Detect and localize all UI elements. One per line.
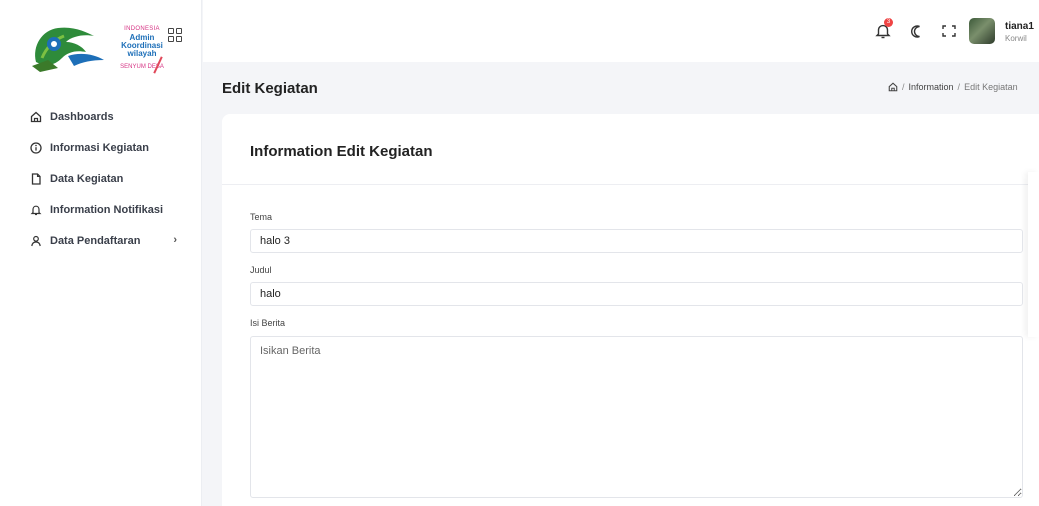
logo[interactable]: INDONESIA Admin Koordinasi wilayah SENYU… xyxy=(0,0,201,95)
dark-mode-toggle[interactable] xyxy=(909,22,927,40)
logo-line2: Admin Koordinasi wilayah xyxy=(121,33,163,58)
sidebar-item-data-kegiatan[interactable]: Data Kegiatan xyxy=(0,163,201,194)
breadcrumb: / Information / Edit Kegiatan xyxy=(888,82,1018,92)
logo-line3: SENYUM DESA xyxy=(120,64,164,70)
info-icon xyxy=(30,141,42,154)
fullscreen-icon xyxy=(942,25,956,37)
sidebar-item-data-pendaftaran[interactable]: Data Pendaftaran › xyxy=(0,225,201,256)
isi-berita-textarea[interactable] xyxy=(250,336,1023,498)
sidebar-item-label: Informasi Kegiatan xyxy=(50,141,150,154)
sidebar-item-label: Information Notifikasi xyxy=(50,203,164,216)
sidebar-item-dashboards[interactable]: Dashboards xyxy=(0,101,201,132)
sidebar-item-information-notifikasi[interactable]: Information Notifikasi xyxy=(0,194,201,225)
sidebar-item-label: Dashboards xyxy=(50,110,114,123)
notification-badge: 3 xyxy=(884,18,893,27)
logo-text: INDONESIA Admin Koordinasi wilayah SENYU… xyxy=(112,26,172,70)
sidebar: INDONESIA Admin Koordinasi wilayah SENYU… xyxy=(0,0,202,506)
side-panel-edge xyxy=(1028,172,1039,337)
grid-icon[interactable] xyxy=(168,28,182,42)
card-title: Information Edit Kegiatan xyxy=(250,143,433,160)
breadcrumb-item-information[interactable]: Information xyxy=(909,82,954,92)
breadcrumb-separator: / xyxy=(957,82,961,92)
page-title: Edit Kegiatan xyxy=(222,80,318,97)
tema-input[interactable] xyxy=(250,229,1023,253)
logo-leaf-icon xyxy=(32,27,104,72)
moon-icon xyxy=(911,25,920,38)
sidebar-item-informasi-kegiatan[interactable]: Informasi Kegiatan xyxy=(0,132,201,163)
home-icon[interactable] xyxy=(888,82,898,92)
card-divider xyxy=(222,184,1030,185)
sidebar-item-label: Data Kegiatan xyxy=(50,172,124,185)
logo-line1: INDONESIA xyxy=(124,26,160,32)
sidebar-menu: Dashboards Informasi Kegiatan Data Kegia… xyxy=(0,101,201,256)
notification-button[interactable]: 3 xyxy=(875,18,893,40)
sidebar-item-label: Data Pendaftaran xyxy=(50,234,141,247)
topbar: 3 tiana1 Korwil xyxy=(203,0,1039,62)
fullscreen-button[interactable] xyxy=(941,22,959,40)
file-icon xyxy=(30,172,42,185)
judul-label: Judul xyxy=(250,265,272,275)
bell-icon xyxy=(30,204,42,216)
user-role: Korwil xyxy=(1005,34,1027,43)
user-name[interactable]: tiana1 xyxy=(1005,21,1034,32)
avatar[interactable] xyxy=(969,18,995,44)
isi-berita-label: Isi Berita xyxy=(250,318,286,328)
chevron-right-icon: › xyxy=(173,234,177,246)
breadcrumb-item-current: Edit Kegiatan xyxy=(964,82,1018,92)
home-icon xyxy=(30,111,42,123)
tema-label: Tema xyxy=(250,212,273,222)
breadcrumb-separator: / xyxy=(902,82,905,92)
user-icon xyxy=(30,235,42,247)
judul-input[interactable] xyxy=(250,282,1023,306)
